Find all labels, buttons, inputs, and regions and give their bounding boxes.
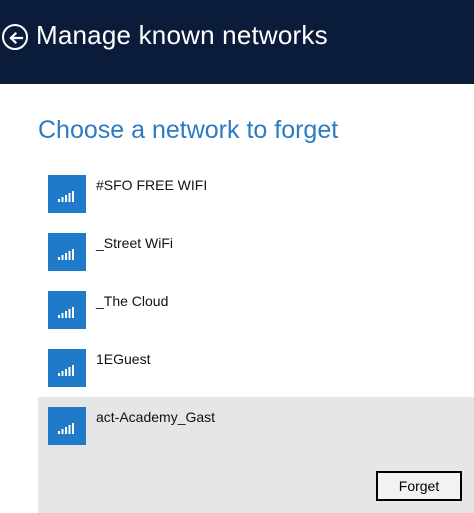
network-name: act-Academy_Gast <box>96 409 216 425</box>
page-title: Manage known networks <box>36 20 328 50</box>
wifi-signal-icon <box>48 175 86 213</box>
network-name: _The Cloud <box>96 293 169 309</box>
network-name: _Street WiFi <box>96 235 174 251</box>
network-list: #SFO FREE WIFI _Street WiFi _The Cloud 1… <box>38 165 474 513</box>
network-item[interactable]: _Street WiFi <box>38 223 474 281</box>
section-heading: Choose a network to forget <box>38 116 339 144</box>
network-item[interactable]: _The Cloud <box>38 281 474 339</box>
forget-button[interactable]: Forget <box>376 471 462 501</box>
wifi-signal-icon <box>48 349 86 387</box>
network-name: 1EGuest <box>96 351 151 367</box>
network-item-selected[interactable]: act-Academy_Gast Forget <box>38 397 474 513</box>
back-button[interactable] <box>2 24 28 50</box>
wifi-signal-icon <box>48 291 86 329</box>
wifi-signal-icon <box>48 233 86 271</box>
network-name: #SFO FREE WIFI <box>96 177 208 193</box>
network-item[interactable]: 1EGuest <box>38 339 474 397</box>
app-header: Manage known networks <box>0 0 474 84</box>
wifi-signal-icon <box>48 407 86 445</box>
network-item[interactable]: #SFO FREE WIFI <box>38 165 474 223</box>
